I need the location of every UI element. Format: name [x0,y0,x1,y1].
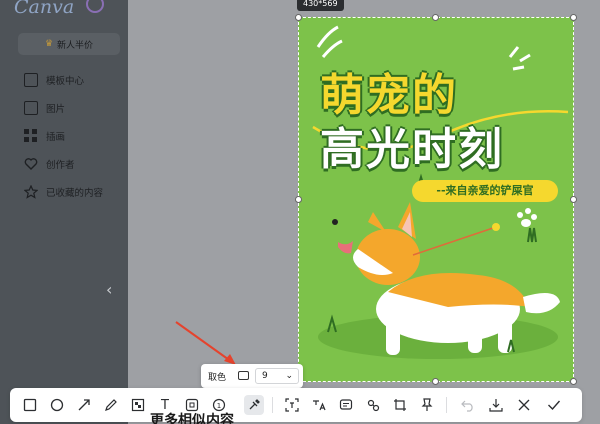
sidebar-item-label: 模板中心 [46,76,85,87]
template-icon [24,73,38,87]
resize-handle-top[interactable] [432,14,439,21]
crown-icon: ♛ [44,39,54,49]
sidebar-item-templates[interactable]: 模板中心 [24,66,103,94]
similar-content-heading: 更多相似内容 [150,413,234,424]
rectangle-icon[interactable] [20,395,40,415]
confirm-icon[interactable] [544,395,564,415]
crop-icon[interactable] [390,395,410,415]
ellipse-icon[interactable] [47,395,67,415]
logo-mark-icon [86,0,104,13]
sidebar-item-images[interactable]: 图片 [24,94,103,122]
color-picker-popup: 取色 9 ⌄ [201,364,303,388]
image-icon [24,101,38,115]
sidebar-item-label: 创作者 [46,160,75,171]
sidebar-nav: 模板中心 图片 插画 创作者 已收藏的内容 [23,66,104,206]
resize-handle-right[interactable] [570,196,577,203]
chevron-left-icon[interactable]: ‹ [106,280,112,299]
pin-icon[interactable] [417,395,437,415]
resize-handle-left[interactable] [295,196,302,203]
recognize-icon[interactable] [363,395,383,415]
screenshot-toolbar: T 1 [10,388,582,422]
resize-handle-bottom-right[interactable] [570,378,577,385]
resize-handle-top-right[interactable] [570,14,577,21]
chevron-down-icon: ⌄ [285,371,293,381]
size-badge: 430*569 [297,0,344,11]
download-icon[interactable] [486,395,506,415]
sidebar: Canva ♛ 新人半价 模板中心 图片 插画 创作者 已收藏的内容 ‹ [0,0,128,424]
sidebar-item-favorites[interactable]: 已收藏的内容 [23,178,104,206]
counter-glyph: 1 [217,402,221,410]
promo-label: 新人半价 [57,40,94,51]
sidebar-item-illustrations[interactable]: 插画 [24,122,103,150]
ocr-icon[interactable] [282,395,302,415]
sidebar-item-label: 图片 [46,104,66,115]
color-format-icon[interactable] [238,371,249,380]
toolbar-divider [272,397,273,413]
toolbar-divider [446,397,447,413]
resize-handle-bottom[interactable] [432,378,439,385]
summarize-icon[interactable] [336,395,356,415]
resize-handle-top-left[interactable] [295,14,302,21]
sidebar-item-label: 已收藏的内容 [46,188,104,199]
close-icon[interactable] [514,395,534,415]
pen-icon[interactable] [101,395,121,415]
promo-button[interactable]: ♛ 新人半价 [18,33,120,55]
sidebar-item-creators[interactable]: 创作者 [24,150,103,178]
sidebar-item-label: 插画 [46,132,66,143]
arrow-icon[interactable] [74,395,94,415]
undo-icon[interactable] [458,395,478,415]
color-value: 9 [262,371,268,381]
illustration-icon [24,129,38,143]
translate-icon[interactable] [309,395,329,415]
star-icon [23,184,39,199]
creator-icon [24,157,38,171]
canva-logo: Canva [14,0,75,18]
color-picker-label: 取色 [208,373,227,383]
selection-frame[interactable] [298,17,574,382]
color-value-select[interactable]: 9 ⌄ [255,368,299,384]
eyedropper-icon[interactable] [244,395,264,415]
mosaic-icon[interactable] [128,395,148,415]
